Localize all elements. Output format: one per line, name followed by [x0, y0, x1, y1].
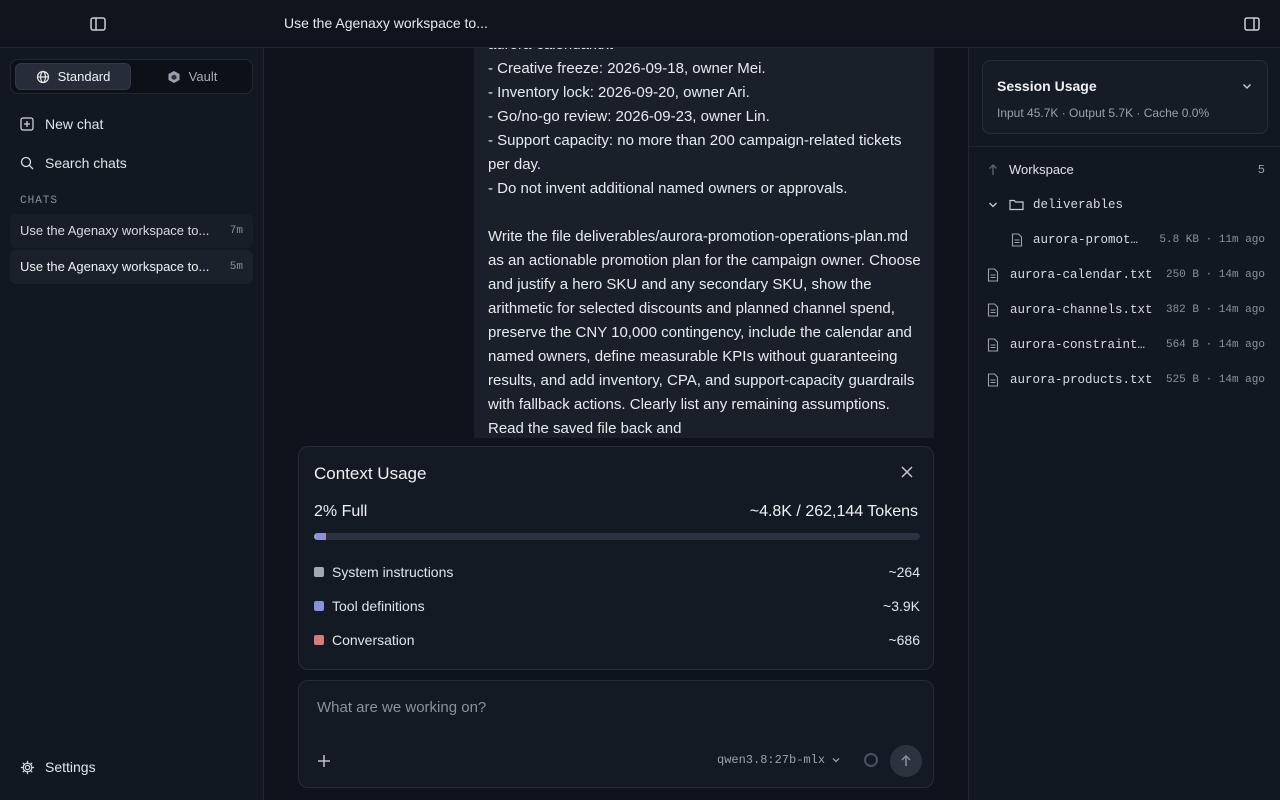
hexagon-icon	[167, 70, 181, 84]
workspace-label: Workspace	[1009, 162, 1074, 177]
file-icon	[987, 373, 999, 387]
new-chat-label: New chat	[45, 116, 104, 132]
plus-square-icon	[20, 117, 34, 131]
file-name: aurora-promotion-operations-plan.md	[1033, 233, 1145, 247]
context-row-value: ~3.9K	[883, 598, 920, 614]
context-row-label: Conversation	[332, 632, 415, 648]
mode-switch: Standard Vault	[10, 59, 253, 94]
file-item[interactable]: aurora-calendar.txt 250 B · 14m ago	[987, 266, 1265, 284]
context-row-value: ~264	[888, 564, 920, 580]
right-panel: Session Usage Input 45.7K · Output 5.7K …	[968, 48, 1280, 800]
model-selector[interactable]: qwen3.8:27b-mlx	[717, 753, 841, 767]
chat-item-age: 5m	[229, 261, 243, 273]
mode-standard-label: Standard	[57, 69, 111, 84]
folder-deliverables[interactable]: deliverables	[987, 196, 1265, 214]
file-icon	[987, 268, 999, 282]
chat-list-item[interactable]: Use the Agenaxy workspace to... 7m	[10, 214, 253, 248]
chevron-down-icon	[831, 755, 841, 765]
arrow-up-icon	[899, 754, 913, 768]
file-icon	[987, 303, 999, 317]
context-row-value: ~686	[888, 632, 920, 648]
file-item[interactable]: aurora-channels.txt 382 B · 14m ago	[987, 301, 1265, 319]
chat-item-title: Use the Agenaxy workspace to...	[20, 259, 210, 274]
context-row-system: System instructions ~264	[314, 563, 920, 581]
chats-section-label: CHATS	[20, 195, 59, 207]
close-icon[interactable]	[900, 465, 914, 479]
context-ring-icon[interactable]	[864, 753, 878, 767]
mode-standard-button[interactable]: Standard	[15, 63, 131, 90]
chat-item-title: Use the Agenaxy workspace to...	[20, 223, 210, 238]
file-name: aurora-products.txt	[1010, 373, 1153, 387]
folder-icon	[1009, 198, 1024, 211]
app-window: Use the Agenaxy workspace to... Standard…	[0, 0, 1280, 800]
file-name: aurora-channels.txt	[1010, 303, 1153, 317]
mode-vault-button[interactable]: Vault	[135, 63, 249, 90]
workspace-header[interactable]: Workspace 5	[987, 161, 1265, 179]
usage-bar-segment	[315, 533, 325, 540]
file-meta: 525 B · 14m ago	[1165, 374, 1265, 386]
file-icon	[987, 338, 999, 352]
chat-list-item-active[interactable]: Use the Agenaxy workspace to... 5m	[10, 250, 253, 284]
file-icon	[1011, 233, 1023, 247]
user-message-text: aurora-calendar.txt - Creative freeze: 2…	[488, 48, 921, 437]
user-message: aurora-calendar.txt - Creative freeze: 2…	[474, 48, 934, 438]
chat-title: Use the Agenaxy workspace to...	[284, 15, 488, 31]
context-percent: 2% Full	[314, 503, 368, 520]
session-usage-card[interactable]: Session Usage Input 45.7K · Output 5.7K …	[982, 60, 1268, 134]
chat-item-age: 7m	[229, 225, 243, 237]
sidebar-toggle-icon[interactable]	[88, 14, 108, 34]
file-meta: 382 B · 14m ago	[1165, 304, 1265, 316]
chat-main: aurora-calendar.txt - Creative freeze: 2…	[264, 48, 968, 800]
chevron-down-icon[interactable]	[1241, 80, 1253, 92]
workspace-count: 5	[1257, 163, 1265, 177]
file-name: aurora-constraints.txt	[1010, 338, 1150, 352]
mode-vault-label: Vault	[188, 69, 218, 84]
top-bar: Use the Agenaxy workspace to...	[0, 0, 1280, 48]
context-usage-title: Context Usage	[314, 464, 427, 483]
context-tokens: ~4.8K / 262,144 Tokens	[749, 503, 918, 520]
search-chats-button[interactable]: Search chats	[20, 153, 127, 173]
message-input[interactable]	[317, 695, 917, 719]
arrow-up-icon	[987, 163, 999, 177]
new-chat-button[interactable]: New chat	[20, 114, 103, 134]
folder-name: deliverables	[1033, 198, 1124, 212]
file-meta: 250 B · 14m ago	[1165, 269, 1265, 281]
context-usage-panel: Context Usage 2% Full ~4.8K / 262,144 To…	[298, 446, 934, 670]
settings-label: Settings	[45, 759, 96, 775]
context-usage-bar	[314, 533, 920, 540]
sidebar: Standard Vault New chat Search chats CHA…	[0, 48, 264, 800]
file-item[interactable]: aurora-constraints.txt 564 B · 14m ago	[987, 336, 1265, 354]
search-icon	[20, 156, 34, 170]
search-chats-label: Search chats	[45, 155, 127, 171]
send-button[interactable]	[890, 745, 922, 777]
chevron-down-icon	[987, 199, 999, 211]
context-row-label: System instructions	[332, 564, 454, 580]
context-row-label: Tool definitions	[332, 598, 425, 614]
legend-swatch	[314, 567, 324, 577]
attach-plus-icon[interactable]	[317, 754, 331, 768]
context-row-tools: Tool definitions ~3.9K	[314, 597, 920, 615]
settings-button[interactable]: Settings	[20, 759, 96, 775]
gear-icon	[20, 760, 35, 775]
session-usage-summary: Input 45.7K · Output 5.7K · Cache 0.0%	[997, 106, 1210, 120]
legend-swatch	[314, 601, 324, 611]
model-name: qwen3.8:27b-mlx	[717, 753, 826, 767]
file-name: aurora-calendar.txt	[1010, 268, 1153, 282]
context-row-conversation: Conversation ~686	[314, 631, 920, 649]
session-usage-title: Session Usage	[997, 78, 1097, 94]
globe-icon	[36, 70, 50, 84]
file-meta: 564 B · 14m ago	[1165, 339, 1265, 351]
legend-swatch	[314, 635, 324, 645]
divider	[969, 146, 1280, 147]
usage-bar-segment	[324, 533, 327, 540]
right-panel-toggle-icon[interactable]	[1242, 14, 1262, 34]
composer: qwen3.8:27b-mlx	[298, 680, 934, 788]
file-meta: 5.8 KB · 11m ago	[1159, 234, 1265, 246]
file-item[interactable]: aurora-products.txt 525 B · 14m ago	[987, 371, 1265, 389]
file-item[interactable]: aurora-promotion-operations-plan.md 5.8 …	[1011, 231, 1265, 249]
